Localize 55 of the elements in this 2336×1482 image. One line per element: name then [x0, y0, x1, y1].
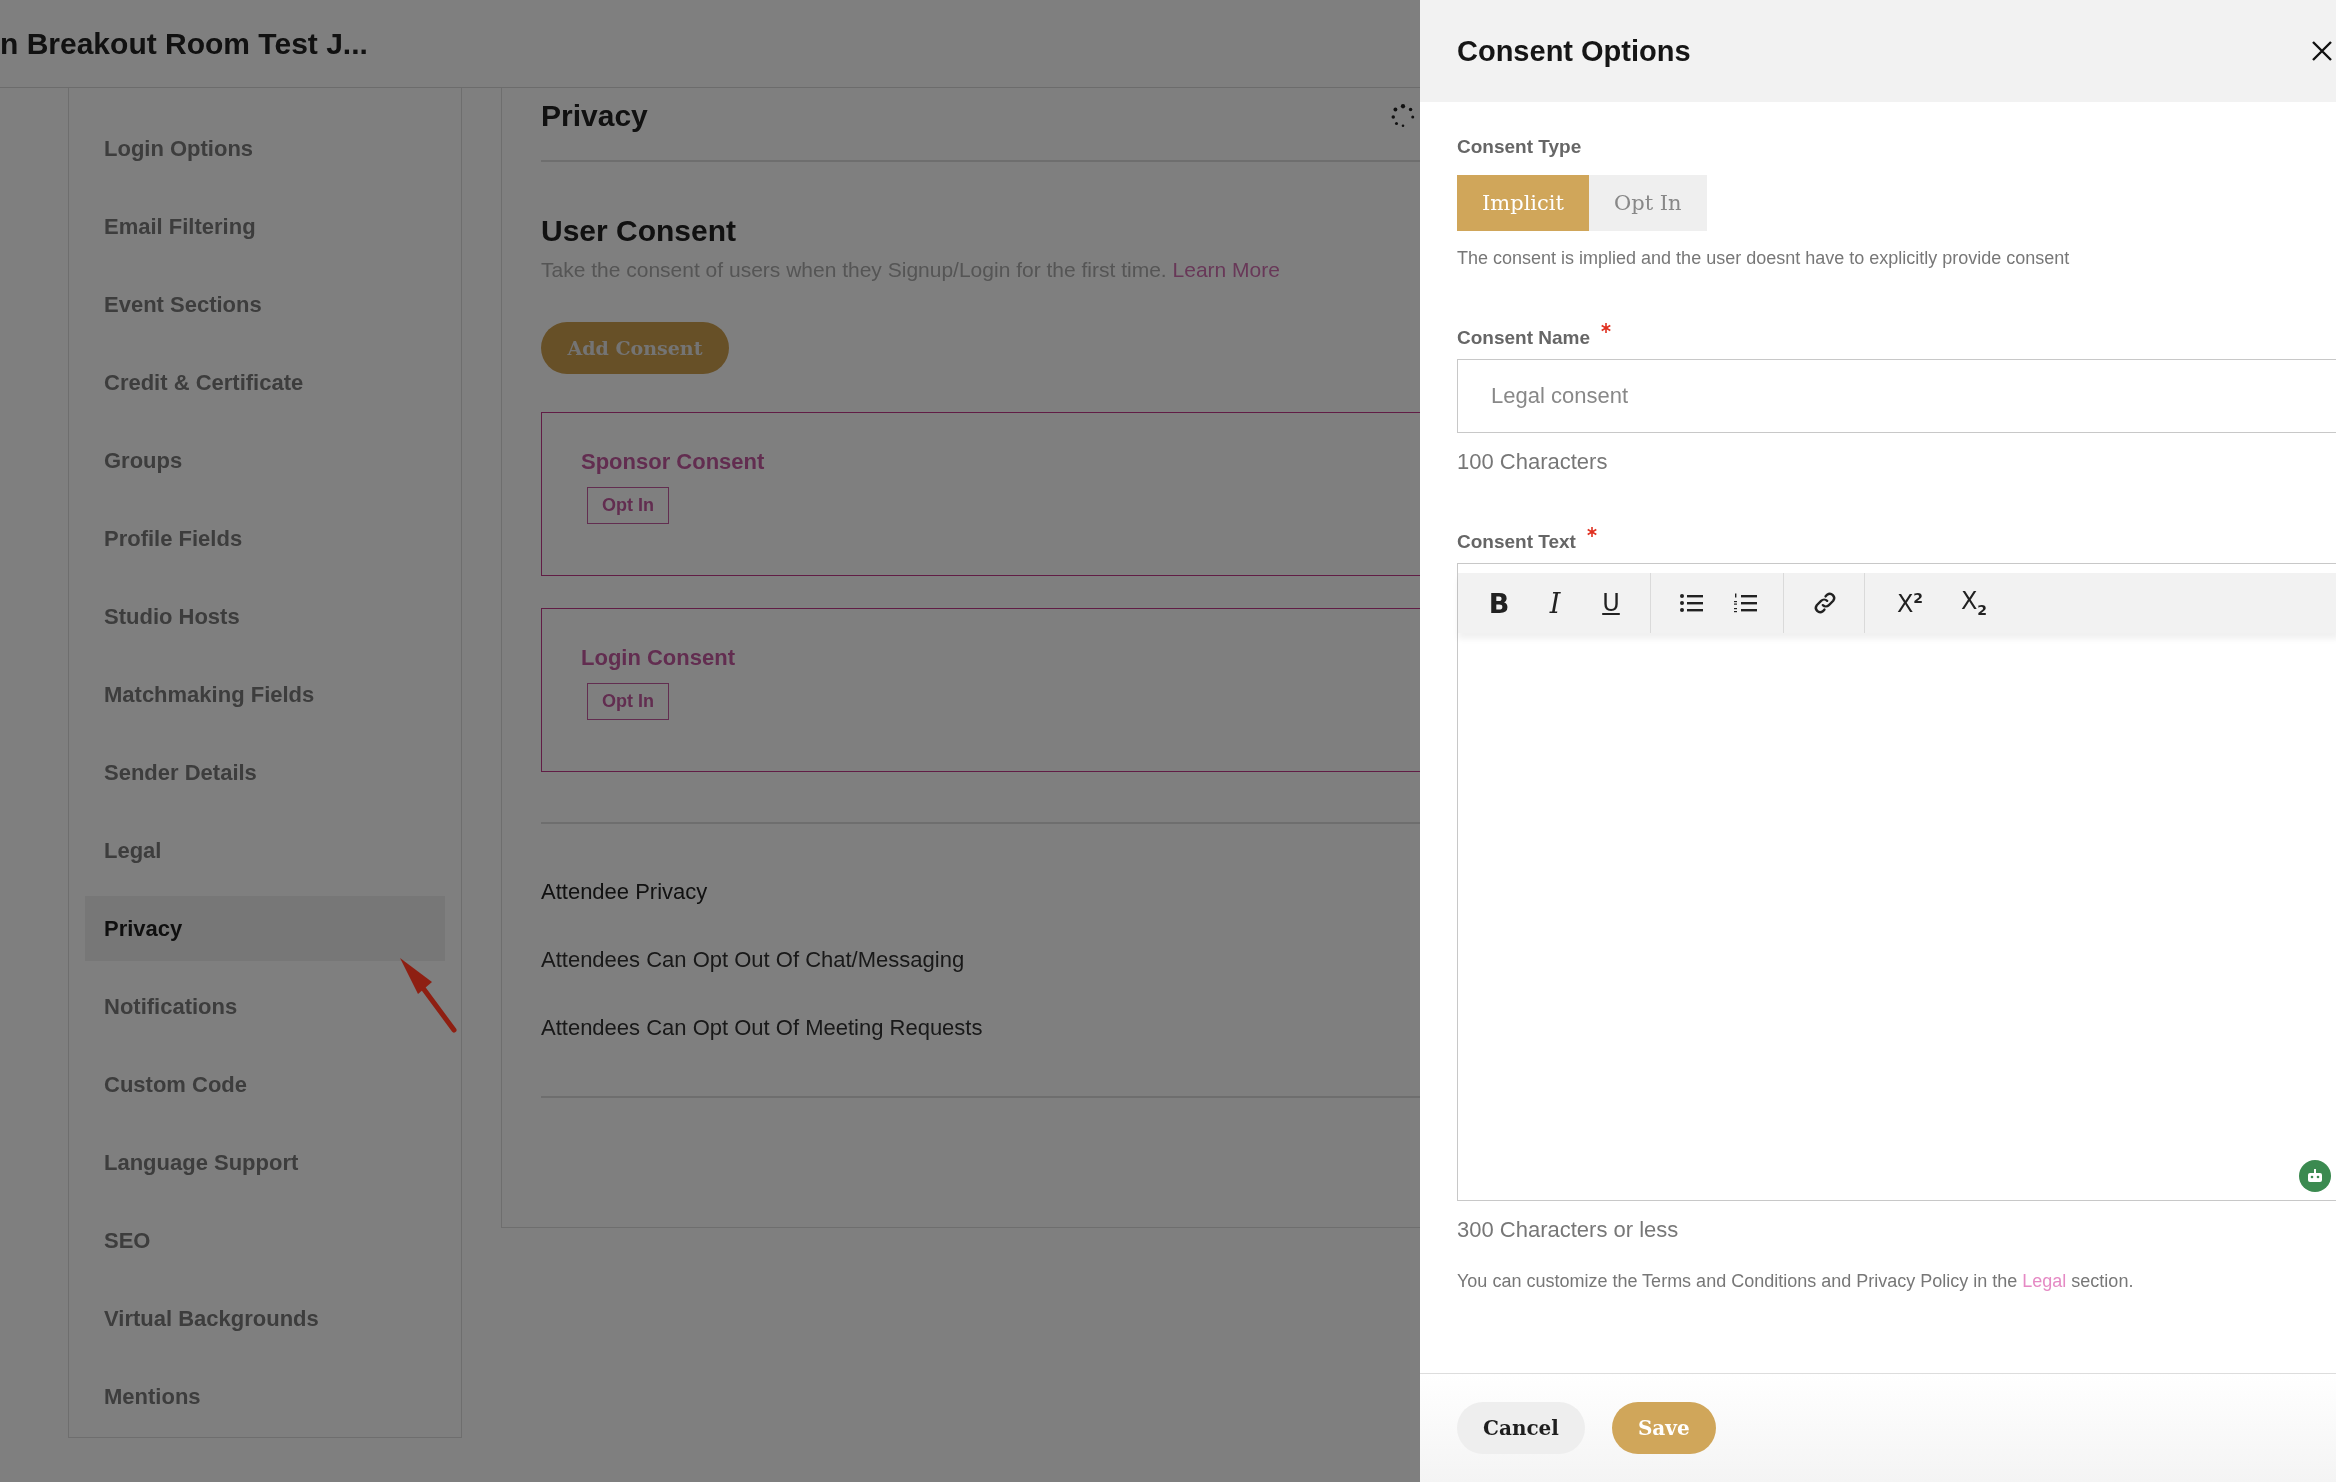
- close-icon[interactable]: [2310, 39, 2334, 63]
- sidebar-item[interactable]: Sender Details: [85, 740, 445, 805]
- field-label: Consent Name: [1457, 327, 1591, 349]
- sidebar-item[interactable]: Email Filtering: [85, 194, 445, 259]
- superscript-button[interactable]: X$^{2}$: [1893, 590, 1927, 616]
- legal-link[interactable]: Legal: [2022, 1271, 2067, 1291]
- learn-more-link[interactable]: Learn More: [1172, 258, 1280, 281]
- subsection-title: Attendee Privacy: [541, 879, 709, 905]
- bold-button[interactable]: B: [1486, 589, 1512, 617]
- section-title: User Consent: [541, 214, 738, 248]
- sidebar-item[interactable]: Virtual Backgrounds: [85, 1286, 445, 1351]
- sidebar-item[interactable]: Event Sections: [85, 272, 445, 337]
- sidebar-item[interactable]: Legal: [85, 818, 445, 883]
- subscript-button[interactable]: X$_{2}$: [1957, 589, 1991, 617]
- italic-button[interactable]: I: [1542, 589, 1568, 617]
- consent-name[interactable]: Login Consent: [581, 645, 1420, 671]
- underline-button[interactable]: U: [1598, 591, 1624, 615]
- sidebar-item[interactable]: Matchmaking Fields: [85, 662, 445, 727]
- sidebar-item[interactable]: Notifications: [85, 974, 445, 1039]
- sidebar-item[interactable]: Studio Hosts: [85, 584, 445, 649]
- sidebar-item[interactable]: Login Options: [85, 116, 445, 181]
- input-field[interactable]: Legal consent: [1457, 359, 2336, 433]
- page-title: n Breakout Room Test J...: [0, 26, 368, 61]
- robot-icon[interactable]: [2299, 1160, 2331, 1192]
- sidebar-item[interactable]: Language Support: [85, 1130, 445, 1195]
- link-icon[interactable]: [1812, 590, 1838, 616]
- sidebar-item[interactable]: Groups: [85, 428, 445, 493]
- cancel-button[interactable]: Cancel: [1457, 1402, 1585, 1454]
- character-limit: 300 Characters or less: [1457, 1217, 1680, 1243]
- field-label: Consent Type: [1457, 136, 1583, 158]
- sidebar-item[interactable]: Privacy: [85, 896, 445, 961]
- sidebar-item[interactable]: Custom Code: [85, 1052, 445, 1117]
- privacy-option: Attendees Can Opt Out Of Meeting Requests: [541, 1015, 1420, 1041]
- character-limit: 100 Characters: [1457, 449, 1609, 475]
- add-consent-button[interactable]: Add Consent: [541, 322, 729, 374]
- segment-tab[interactable]: Opt In: [1589, 175, 1707, 231]
- sidebar-item[interactable]: Mentions: [85, 1364, 445, 1429]
- sidebar-item[interactable]: Profile Fields: [85, 506, 445, 571]
- numbered-list-icon[interactable]: [1733, 593, 1757, 613]
- field-label: Consent Text: [1457, 531, 1576, 553]
- loading-spinner-icon: [1390, 103, 1416, 129]
- bulleted-list-icon[interactable]: [1679, 593, 1703, 613]
- section-heading: Privacy: [541, 99, 648, 133]
- consent-type-tag: Opt In: [587, 487, 669, 524]
- legal-note: You can customize the Terms and Conditions and Privacy Policy in the Legal section.: [1457, 1271, 2135, 1292]
- consent-name[interactable]: Sponsor Consent: [581, 449, 1420, 475]
- sidebar-item[interactable]: SEO: [85, 1208, 445, 1273]
- sidebar-item[interactable]: Credit & Certificate: [85, 350, 445, 415]
- drawer-title: Consent Options: [1457, 34, 1691, 68]
- segment-tab[interactable]: Implicit: [1457, 175, 1589, 231]
- rich-text-editor[interactable]: B I U X$^{2}$ X$_{2}$: [1457, 563, 2336, 1201]
- type-description: The consent is implied and the user doesnt have to explicitly provide consent: [1457, 248, 2071, 269]
- save-button[interactable]: Save: [1611, 1402, 1716, 1454]
- consent-type-tag: Opt In: [587, 683, 669, 720]
- privacy-option: Attendees Can Opt Out Of Chat/Messaging: [541, 947, 1420, 973]
